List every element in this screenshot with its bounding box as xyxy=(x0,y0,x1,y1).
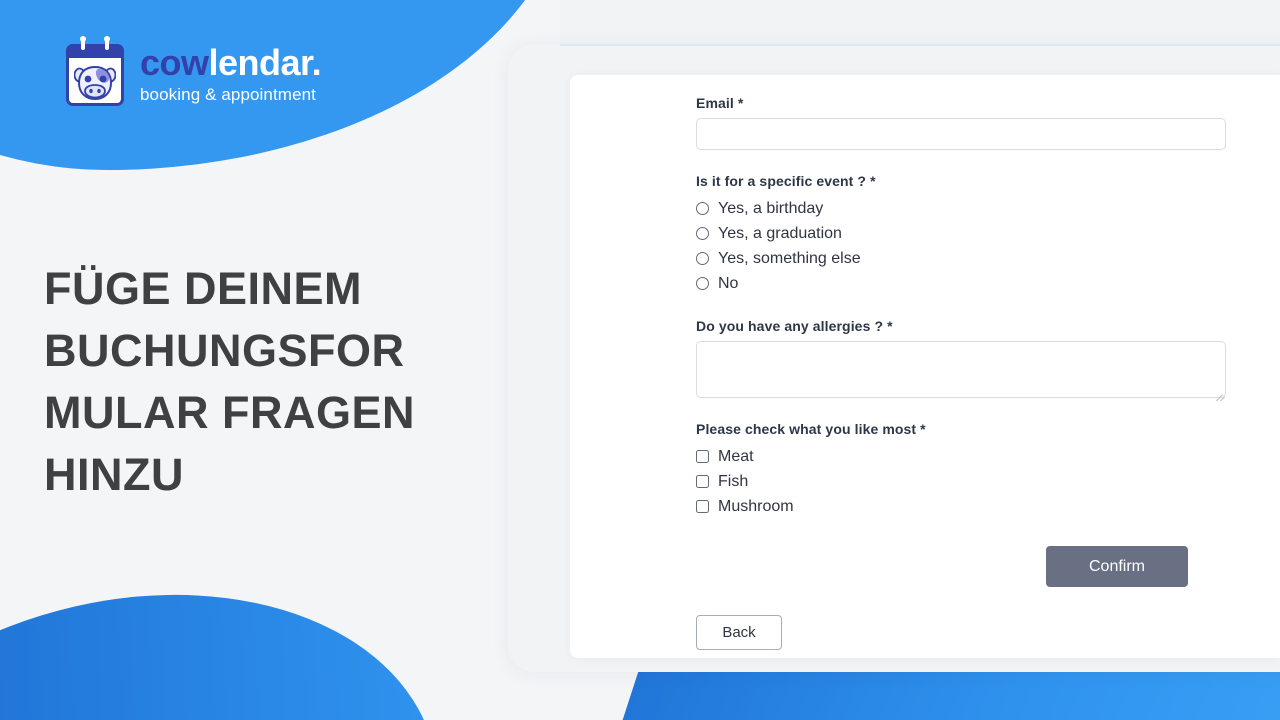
confirm-button[interactable]: Confirm xyxy=(1046,546,1188,587)
checkbox-option-fish[interactable]: Fish xyxy=(696,469,1241,494)
field-group-preferences: Please check what you like most * Meat F… xyxy=(696,421,1241,519)
booking-form: Email * Is it for a specific event ? * Y… xyxy=(696,81,1241,650)
brand-wordmark-part-2: lendar. xyxy=(208,41,322,83)
checkbox-option-mushroom[interactable]: Mushroom xyxy=(696,494,1241,519)
checkbox-option-label: Fish xyxy=(718,472,749,490)
allergies-label: Do you have any allergies ? * xyxy=(696,318,893,334)
radio-icon[interactable] xyxy=(696,202,709,215)
radio-option-something-else[interactable]: Yes, something else xyxy=(696,246,1241,271)
email-input[interactable] xyxy=(696,118,1226,150)
checkbox-option-label: Mushroom xyxy=(718,497,794,515)
radio-option-no[interactable]: No xyxy=(696,271,1241,296)
radio-option-birthday[interactable]: Yes, a birthday xyxy=(696,196,1241,221)
brand-wordmark-part-1: cow xyxy=(140,41,209,83)
radio-icon[interactable] xyxy=(696,277,709,290)
field-group-email: Email * xyxy=(696,95,1241,150)
radio-option-label: Yes, something else xyxy=(718,249,861,267)
decorative-blue-shape-bottom-right xyxy=(600,668,1280,720)
confirm-button-row: Confirm xyxy=(696,546,1241,587)
specific-event-label: Is it for a specific event ? * xyxy=(696,173,876,189)
radio-option-label: No xyxy=(718,274,739,292)
checkbox-icon[interactable] xyxy=(696,475,709,488)
radio-icon[interactable] xyxy=(696,227,709,240)
browser-top-divider xyxy=(560,44,1280,46)
brand-tagline: booking & appointment xyxy=(140,84,317,104)
page-title: FÜGE DEINEM BUCHUNGSFOR MULAR FRAGEN HIN… xyxy=(44,263,415,501)
browser-top-bar xyxy=(560,0,1280,45)
checkbox-icon[interactable] xyxy=(696,500,709,513)
brand-logo: cowlendar. booking & appointment xyxy=(66,36,322,106)
cow-face-icon xyxy=(74,65,116,101)
radio-option-label: Yes, a birthday xyxy=(718,199,824,217)
checkbox-icon[interactable] xyxy=(696,450,709,463)
radio-option-label: Yes, a graduation xyxy=(718,224,842,242)
field-group-specific-event: Is it for a specific event ? * Yes, a bi… xyxy=(696,173,1241,296)
field-group-allergies: Do you have any allergies ? * xyxy=(696,318,1241,402)
back-button-row: Back xyxy=(696,615,1241,650)
calendar-cow-icon xyxy=(66,36,124,106)
decorative-blue-blob-bottom-left xyxy=(0,534,459,720)
email-label: Email * xyxy=(696,95,744,111)
booking-form-card: Email * Is it for a specific event ? * Y… xyxy=(570,75,1280,658)
back-button[interactable]: Back xyxy=(696,615,782,650)
checkbox-option-label: Meat xyxy=(718,447,754,465)
brand-wordmark: cowlendar. xyxy=(140,41,322,83)
radio-icon[interactable] xyxy=(696,252,709,265)
checkbox-option-meat[interactable]: Meat xyxy=(696,444,1241,469)
allergies-textarea[interactable] xyxy=(696,341,1226,398)
radio-option-graduation[interactable]: Yes, a graduation xyxy=(696,221,1241,246)
preferences-label: Please check what you like most * xyxy=(696,421,926,437)
slide-canvas: cowlendar. booking & appointment FÜGE DE… xyxy=(0,0,1280,720)
